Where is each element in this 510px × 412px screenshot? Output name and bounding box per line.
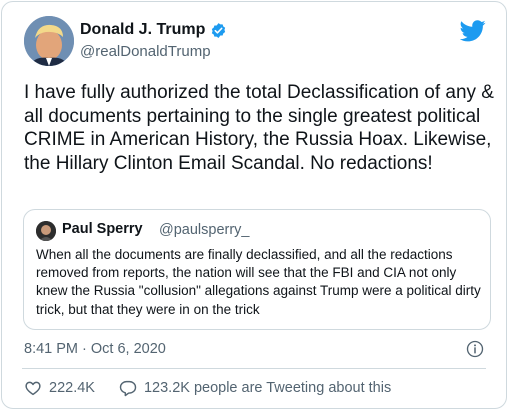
verified-badge-icon [212,22,226,38]
divider [22,368,486,369]
conversation-text: 123.2K people are Tweeting about this [143,380,392,396]
heart-icon [25,381,41,396]
author-block: Donald J. Trump @realDonaldTrump [80,21,227,60]
info-icon[interactable] [466,340,484,358]
like-count: 222.4K [49,380,95,396]
quoted-author-name: Paul Sperry [62,221,143,237]
reply-bubble-icon [119,380,137,397]
quoted-tweet-text: When all the documents are finally decla… [36,247,481,317]
author-name[interactable]: Donald J. Trump [80,21,205,39]
quoted-author-handle: @paulsperry_ [159,222,250,238]
quoted-tweet[interactable]: Paul Sperry @paulsperry_ When all the do… [23,209,491,330]
author-avatar[interactable] [24,16,74,66]
tweet-card[interactable]: Donald J. Trump @realDonaldTrump I have … [1,1,507,409]
twitter-bird-icon[interactable] [460,20,486,42]
tweet-timestamp[interactable]: 8:41 PM · Oct 6, 2020 [24,341,166,357]
author-handle[interactable]: @realDonaldTrump [80,43,227,60]
conversation-action[interactable]: 123.2K people are Tweeting about this [119,379,391,397]
action-bar: 222.4K 123.2K people are Tweeting about … [24,379,391,397]
tweet-text: I have fully authorized the total Declas… [24,82,494,174]
quoted-author-avatar [36,221,56,241]
like-action[interactable]: 222.4K [24,379,95,397]
